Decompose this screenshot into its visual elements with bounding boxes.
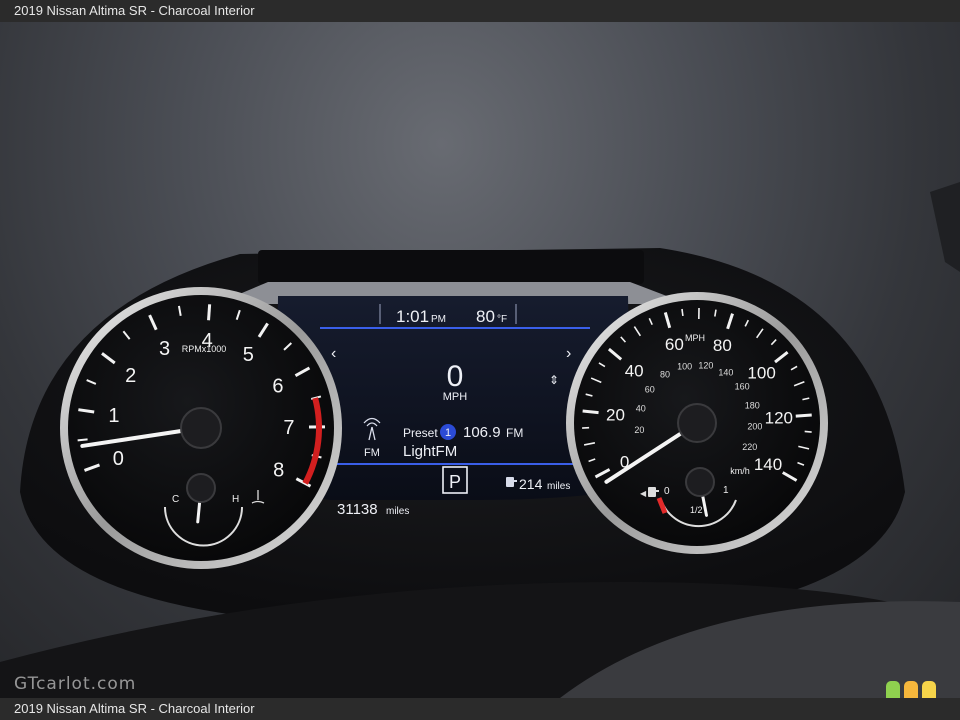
instrument-cluster: 1:01 PM 80 °F ‹ › ⇕ 0 MPH FM Preset 1 10… — [0, 182, 960, 698]
digital-speed: 0 — [447, 360, 464, 393]
tach-number: 5 — [243, 344, 254, 366]
speedo-kmh-number: 180 — [745, 400, 760, 410]
speedo-mph-number: 40 — [625, 361, 644, 380]
odometer-unit: miles — [386, 506, 409, 517]
speedo-kmh-number: 140 — [718, 368, 733, 378]
speedo-mph-number: 140 — [754, 455, 782, 474]
speedo-kmh-number: 40 — [636, 404, 646, 414]
speedo-kmh-number: 20 — [634, 425, 644, 435]
coolant-hub — [186, 473, 216, 503]
tach-number: 2 — [125, 365, 136, 387]
speedo-kmh-number: 120 — [698, 361, 713, 371]
temp-unit: °F — [497, 314, 507, 325]
tach-number: 1 — [108, 405, 119, 427]
fuel-full-label: 1 — [723, 485, 729, 496]
caption-text: 2019 Nissan Altima SR - Charcoal Interio… — [14, 3, 255, 18]
clock-time: 1:01 — [396, 307, 429, 326]
logo-dot-yellow — [922, 681, 936, 698]
fuel-empty-label: 0 — [664, 486, 670, 497]
clock-suffix: PM — [431, 314, 446, 325]
logo-dot-orange — [904, 681, 918, 698]
tach-number: 8 — [273, 459, 284, 481]
speedo-kmh-label: km/h — [730, 466, 750, 476]
digital-speed-unit: MPH — [443, 391, 468, 403]
dashboard-photo: 1:01 PM 80 °F ‹ › ⇕ 0 MPH FM Preset 1 10… — [0, 22, 960, 698]
speedometer: 0204060 80100120140 20406080100 1201401601… — [566, 292, 828, 554]
tachometer: 0123 45678 RPMx1000 C H — [60, 287, 342, 569]
hood-visor — [258, 250, 644, 284]
speedo-tick — [804, 430, 812, 433]
caption-text-bottom: 2019 Nissan Altima SR - Charcoal Interio… — [14, 701, 255, 716]
speedo-tick — [681, 308, 684, 317]
speedo-kmh-number: 220 — [742, 442, 757, 452]
tach-hub — [180, 407, 222, 449]
frequency-unit: FM — [506, 426, 523, 440]
station-name: LightFM — [403, 443, 457, 460]
speedo-unit-label: MPH — [685, 333, 705, 343]
speedo-tick — [795, 413, 812, 418]
caption-bar-bottom: 2019 Nissan Altima SR - Charcoal Interio… — [0, 698, 960, 720]
range-unit: miles — [547, 481, 570, 492]
speedo-mph-number: 60 — [665, 335, 684, 354]
speedo-tick — [714, 309, 717, 317]
outside-temp: 80 — [476, 307, 495, 326]
fuel-half-label: 1/2 — [690, 505, 703, 515]
tach-tick — [207, 304, 212, 321]
tach-number: 6 — [272, 375, 283, 397]
speedo-kmh-number: 200 — [747, 421, 762, 431]
speedo-kmh-number: 60 — [645, 384, 655, 394]
nav-right-arrow: › — [566, 345, 571, 362]
coolant-cold-label: C — [172, 494, 179, 505]
fuel-hub — [685, 467, 715, 497]
speedo-hub — [677, 403, 717, 443]
preset-number: 1 — [445, 427, 451, 439]
tach-number: 0 — [113, 448, 124, 470]
gear-indicator: P — [449, 472, 461, 492]
preset-label: Preset — [403, 426, 438, 440]
speedo-mph-number: 20 — [606, 405, 625, 424]
speedo-kmh-number: 160 — [735, 382, 750, 392]
nav-updown-icon: ⇕ — [549, 373, 559, 387]
tach-tick — [77, 438, 88, 442]
speedo-kmh-number: 80 — [660, 370, 670, 380]
speedo-tick — [582, 409, 599, 415]
fuel-door-arrow: ◀ — [640, 489, 647, 498]
watermark-text: GTcarlot.com — [14, 674, 137, 694]
logo-dot-green — [886, 681, 900, 698]
tach-unit-label: RPMx1000 — [182, 344, 227, 354]
speedo-mph-number: 120 — [765, 408, 793, 427]
odometer-value: 31138 — [337, 501, 378, 518]
speedo-kmh-number: 100 — [677, 361, 692, 371]
tach-number: 3 — [159, 338, 170, 360]
speedo-mph-number: 100 — [747, 364, 775, 383]
tach-number: 7 — [283, 417, 294, 439]
radio-band: FM — [364, 447, 380, 459]
photo-page: 2019 Nissan Altima SR - Charcoal Interio… — [0, 0, 960, 720]
nav-left-arrow: ‹ — [331, 345, 336, 362]
coolant-hot-label: H — [232, 494, 239, 505]
range-value: 214 — [519, 476, 543, 492]
side-vent — [930, 182, 960, 272]
speedo-mph-number: 80 — [713, 336, 732, 355]
site-logo-icon — [886, 681, 936, 698]
radio-frequency: 106.9 — [463, 424, 501, 441]
caption-bar: 2019 Nissan Altima SR - Charcoal Interio… — [0, 0, 960, 22]
